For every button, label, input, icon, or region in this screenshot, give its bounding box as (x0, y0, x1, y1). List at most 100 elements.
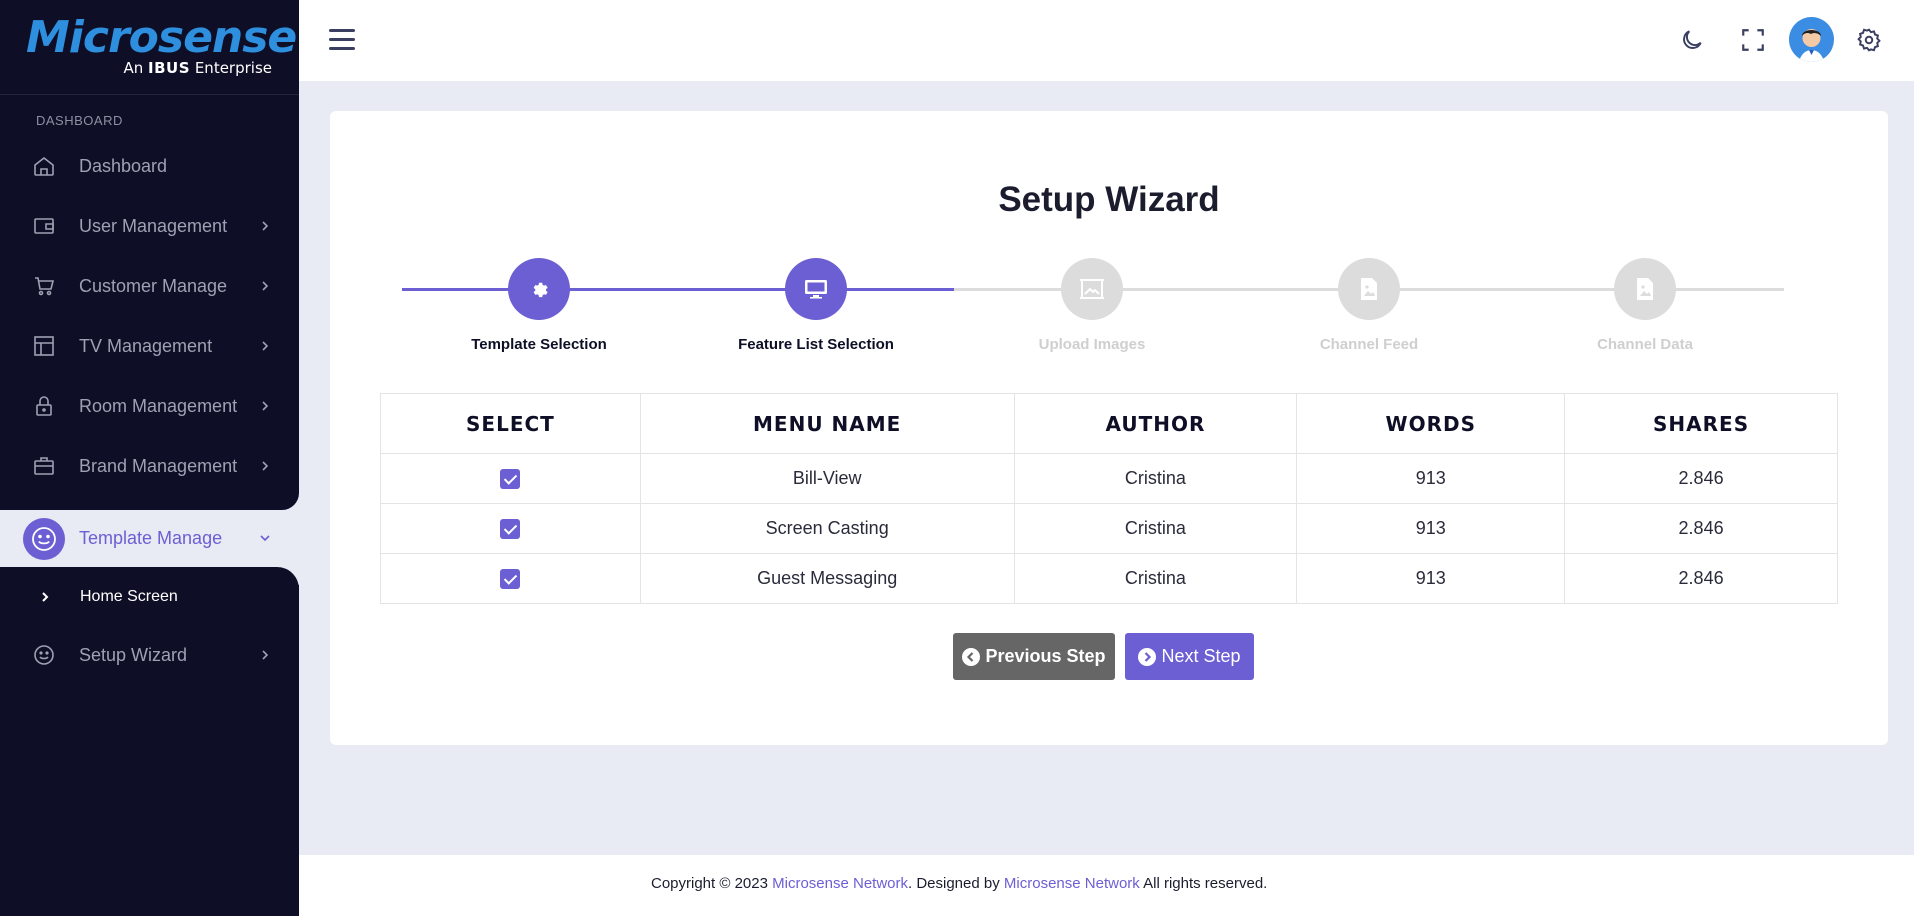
shares-cell: 2.846 (1564, 453, 1838, 504)
author-cell: Cristina (1013, 553, 1298, 604)
words-cell: 913 (1296, 453, 1566, 504)
row-checkbox[interactable] (500, 569, 521, 590)
shares-cell: 2.846 (1564, 503, 1838, 554)
smiley-icon (23, 518, 65, 560)
gear-icon (508, 258, 570, 320)
sidebar-item-label: Customer Manage (79, 275, 228, 296)
cart-icon (35, 277, 55, 296)
feature-list-table: SELECT MENU NAME AUTHOR WORDS SHARES Bil… (380, 393, 1838, 604)
wizard-step-channel-data[interactable]: Channel Data (1545, 258, 1745, 353)
fullscreen-icon[interactable] (1740, 27, 1766, 53)
wizard-step-template-selection[interactable]: Template Selection (439, 258, 639, 353)
copyright-text: Copyright © 2023 (651, 875, 768, 892)
sidebar-item-tv-management[interactable]: TV Management (0, 321, 299, 371)
lock-icon (36, 396, 52, 416)
wizard-step-channel-feed[interactable]: Channel Feed (1269, 258, 1469, 353)
sidebar-item-label: Dashboard (79, 155, 168, 176)
menu-name-cell: Guest Messaging (639, 553, 1015, 604)
chevron-right-icon (262, 221, 269, 231)
chevron-down-icon (260, 535, 270, 542)
sidebar-item-label: TV Management (79, 335, 213, 356)
image-frame-icon (1061, 258, 1123, 320)
column-header: AUTHOR (1013, 393, 1298, 454)
moon-icon[interactable] (1679, 27, 1705, 53)
sidebar-section-label: DASHBOARD (36, 113, 123, 128)
image-file-icon (1338, 258, 1400, 320)
previous-step-button[interactable]: Previous Step (953, 633, 1115, 680)
smiley-icon (34, 645, 54, 665)
image-file-icon (1614, 258, 1676, 320)
sidebar-item-label: Template Manage (79, 528, 223, 548)
author-cell: Cristina (1013, 453, 1298, 504)
table-header-row: SELECT MENU NAME AUTHOR WORDS SHARES (380, 393, 1838, 454)
sidebar-item-label: Room Management (79, 395, 238, 416)
table-row: Bill-View Cristina 913 2.846 (380, 453, 1838, 504)
chevron-right-icon (262, 401, 269, 411)
chevron-right-icon (42, 592, 49, 602)
wizard-step-upload-images[interactable]: Upload Images (992, 258, 1192, 353)
select-cell (380, 503, 641, 554)
home-icon (34, 156, 54, 176)
sidebar-item-brand-management[interactable]: Brand Management (0, 441, 299, 491)
designed-by-text: . Designed by (908, 875, 1000, 892)
sidebar: Microsense An IBUS Enterprise DASHBOARD … (0, 0, 299, 916)
menu-icon[interactable] (329, 29, 355, 51)
words-cell: 913 (1296, 553, 1566, 604)
footer: Copyright © 2023 Microsense Network. Des… (299, 855, 1914, 916)
avatar[interactable] (1789, 17, 1834, 62)
brand-logo[interactable]: Microsense An IBUS Enterprise (0, 0, 299, 95)
sidebar-item-label: Brand Management (79, 455, 238, 476)
tagline-suffix: Enterprise (194, 59, 272, 77)
wallet-icon (34, 218, 54, 234)
sidebar-item-room-management[interactable]: Room Management (0, 381, 299, 431)
chevron-right-icon (262, 650, 269, 660)
sidebar-item-customer-manage[interactable]: Customer Manage (0, 261, 299, 311)
sidebar-item-setup-wizard[interactable]: Setup Wizard (0, 630, 299, 680)
settings-icon[interactable] (1856, 27, 1882, 53)
chevron-left-circle-icon (962, 647, 981, 666)
tagline-brand: IBUS (148, 59, 191, 77)
shares-cell: 2.846 (1564, 553, 1838, 604)
footer-link-microsense[interactable]: Microsense Network (772, 875, 908, 892)
row-checkbox[interactable] (500, 469, 521, 490)
previous-step-label: Previous Step (985, 646, 1106, 666)
active-item-curve-top (0, 493, 299, 510)
chevron-right-icon (262, 281, 269, 291)
wizard-step-label: Feature List Selection (738, 336, 894, 353)
wizard-step-label: Channel Data (1597, 336, 1693, 353)
layout-icon (34, 336, 54, 356)
table-row: Screen Casting Cristina 913 2.846 (380, 503, 1838, 554)
sidebar-item-user-management[interactable]: User Management (0, 201, 299, 251)
menu-name-cell: Bill-View (639, 453, 1015, 504)
sidebar-subitem-label: Home Screen (80, 588, 178, 605)
author-cell: Cristina (1013, 503, 1298, 554)
footer-link-microsense-designer[interactable]: Microsense Network (1004, 875, 1140, 892)
brand-tagline: An IBUS Enterprise (123, 59, 272, 77)
chevron-right-icon (262, 341, 269, 351)
row-checkbox[interactable] (500, 519, 521, 540)
tagline-prefix: An (123, 59, 144, 77)
wizard-step-feature-list-selection[interactable]: Feature List Selection (716, 258, 916, 353)
select-cell (380, 453, 641, 504)
wizard-step-label: Upload Images (1038, 336, 1146, 353)
chevron-right-circle-icon (1138, 647, 1157, 666)
sidebar-item-dashboard[interactable]: Dashboard (0, 141, 299, 191)
monitor-icon (785, 258, 847, 320)
footer-copyright: Copyright © 2023 Microsense Network. Des… (651, 875, 1267, 892)
words-cell: 913 (1296, 503, 1566, 554)
wizard-step-label: Channel Feed (1319, 336, 1419, 353)
chevron-right-icon (262, 461, 269, 471)
rights-text: All rights reserved. (1143, 875, 1268, 892)
column-header: SHARES (1564, 393, 1838, 454)
column-header: WORDS (1296, 393, 1566, 454)
wizard-step-label: Template Selection (471, 336, 607, 353)
setup-wizard-card: Setup Wizard Template Selection Feature … (330, 111, 1888, 745)
sidebar-subitem-home-screen[interactable]: Home Screen (40, 588, 178, 606)
brand-name: Microsense (26, 12, 297, 63)
next-step-label: Next Step (1161, 646, 1241, 666)
sidebar-item-label: User Management (79, 215, 228, 236)
next-step-button[interactable]: Next Step (1125, 633, 1254, 680)
select-cell (380, 553, 641, 604)
column-header: MENU NAME (639, 393, 1015, 454)
menu-name-cell: Screen Casting (639, 503, 1015, 554)
